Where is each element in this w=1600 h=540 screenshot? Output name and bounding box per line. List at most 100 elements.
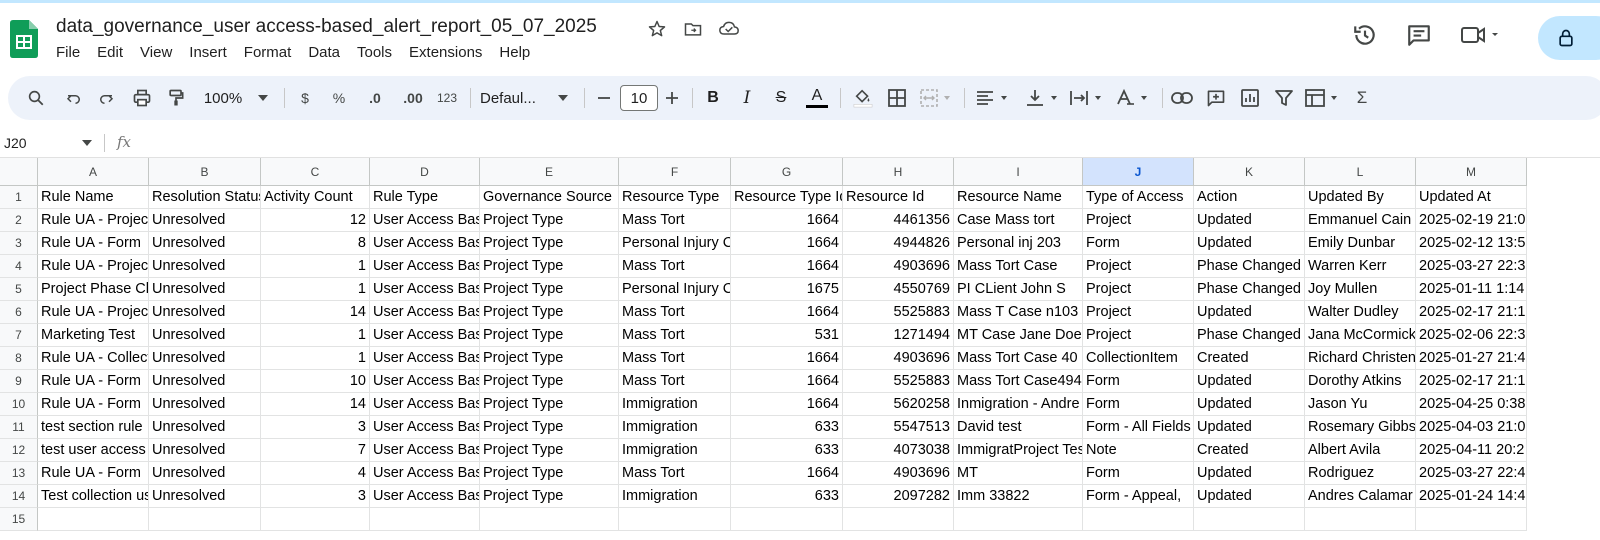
table-cell[interactable] — [480, 508, 619, 531]
meet-video-icon[interactable] — [1460, 22, 1500, 48]
bold-button[interactable]: B — [702, 76, 724, 120]
name-box-dropdown-icon[interactable] — [82, 140, 92, 146]
table-cell[interactable]: 2097282 — [843, 485, 954, 508]
star-icon[interactable] — [646, 18, 668, 40]
table-cell[interactable]: 4903696 — [843, 255, 954, 278]
table-cell[interactable]: Walter Dudley — [1305, 301, 1416, 324]
table-cell[interactable]: 2025-04-11 20:2 — [1416, 439, 1527, 462]
table-cell[interactable]: 633 — [731, 439, 843, 462]
table-cell[interactable]: Rule UA - Collection — [38, 347, 149, 370]
table-cell[interactable]: 2025-03-27 22:3 — [1416, 255, 1527, 278]
table-cell[interactable]: Immigration — [619, 416, 731, 439]
row-header[interactable]: 5 — [0, 278, 38, 301]
table-cell[interactable]: Form — [1083, 370, 1194, 393]
table-cell[interactable]: Project Type — [480, 485, 619, 508]
table-cell[interactable]: 4073038 — [843, 439, 954, 462]
table-cell[interactable]: User Access Based — [370, 393, 480, 416]
table-cell[interactable]: Rosemary Gibbs — [1305, 416, 1416, 439]
table-cell[interactable]: User Access Based — [370, 439, 480, 462]
table-cell[interactable] — [370, 508, 480, 531]
table-cell[interactable]: Project — [1083, 324, 1194, 347]
header-cell[interactable]: Updated At — [1416, 186, 1527, 209]
header-cell[interactable]: Action — [1194, 186, 1305, 209]
table-cell[interactable] — [843, 508, 954, 531]
text-wrapping-icon[interactable] — [1068, 76, 1108, 120]
table-cell[interactable]: Project Type — [480, 370, 619, 393]
insert-link-icon[interactable] — [1170, 76, 1194, 120]
table-cell[interactable] — [954, 508, 1083, 531]
move-folder-icon[interactable] — [682, 18, 704, 40]
table-cell[interactable]: Unresolved — [149, 209, 261, 232]
table-cell[interactable]: Personal Injury Case — [619, 278, 731, 301]
table-cell[interactable]: 5547513 — [843, 416, 954, 439]
table-cell[interactable]: Unresolved — [149, 255, 261, 278]
table-cell[interactable]: User Access Based — [370, 255, 480, 278]
table-cell[interactable]: Unresolved — [149, 347, 261, 370]
table-cell[interactable]: Phase Changed — [1194, 278, 1305, 301]
table-cell[interactable]: Unresolved — [149, 462, 261, 485]
menu-file[interactable]: File — [56, 44, 80, 61]
table-cell[interactable]: 1664 — [731, 209, 843, 232]
row-header[interactable]: 7 — [0, 324, 38, 347]
header-cell[interactable]: Resource Type Id — [731, 186, 843, 209]
table-cell[interactable]: 1 — [261, 278, 370, 301]
column-header-f[interactable]: F — [619, 158, 731, 186]
table-cell[interactable]: User Access Based — [370, 462, 480, 485]
table-cell[interactable]: User Access Based — [370, 324, 480, 347]
table-cell[interactable]: Project Type — [480, 416, 619, 439]
search-menus-icon[interactable] — [24, 76, 48, 120]
menu-tools[interactable]: Tools — [357, 44, 392, 61]
header-cell[interactable]: Updated By — [1305, 186, 1416, 209]
table-cell[interactable]: 2025-02-12 13:5 — [1416, 232, 1527, 255]
table-cell[interactable]: Rule UA - Form — [38, 370, 149, 393]
table-cell[interactable]: Rule UA - Project — [38, 209, 149, 232]
table-cell[interactable]: Imm 33822 — [954, 485, 1083, 508]
table-cell[interactable]: Rule UA - Form — [38, 462, 149, 485]
table-cell[interactable]: Mass Tort Case — [954, 255, 1083, 278]
table-cell[interactable]: Emmanuel Cain — [1305, 209, 1416, 232]
row-header[interactable]: 12 — [0, 439, 38, 462]
table-cell[interactable]: Rule UA - Form — [38, 393, 149, 416]
table-cell[interactable]: 1664 — [731, 347, 843, 370]
table-cell[interactable]: 8 — [261, 232, 370, 255]
percent-format-button[interactable]: % — [328, 76, 350, 120]
table-cell[interactable]: ImmigratProject Test — [954, 439, 1083, 462]
table-cell[interactable]: 1664 — [731, 393, 843, 416]
increase-decimal-button[interactable]: .00 — [396, 76, 430, 120]
table-cell[interactable]: Updated — [1194, 209, 1305, 232]
table-cell[interactable]: Form — [1083, 462, 1194, 485]
table-cell[interactable]: Dorothy Atkins — [1305, 370, 1416, 393]
table-cell[interactable]: Andres Calamar — [1305, 485, 1416, 508]
table-cell[interactable]: Personal inj 203 — [954, 232, 1083, 255]
table-cell[interactable]: User Access Based — [370, 301, 480, 324]
table-cell[interactable]: 2025-03-27 22:4 — [1416, 462, 1527, 485]
table-cell[interactable]: 4903696 — [843, 462, 954, 485]
menu-extensions[interactable]: Extensions — [409, 44, 482, 61]
table-cell[interactable]: 1664 — [731, 255, 843, 278]
table-cell[interactable]: Updated — [1194, 301, 1305, 324]
print-icon[interactable] — [130, 76, 154, 120]
table-cell[interactable]: 633 — [731, 416, 843, 439]
header-cell[interactable]: Rule Type — [370, 186, 480, 209]
table-cell[interactable]: Project Type — [480, 347, 619, 370]
menu-view[interactable]: View — [140, 44, 172, 61]
row-header[interactable]: 1 — [0, 186, 38, 209]
table-cell[interactable]: Mass Tort — [619, 301, 731, 324]
table-cell[interactable]: David test — [954, 416, 1083, 439]
column-header-b[interactable]: B — [149, 158, 261, 186]
table-cell[interactable]: Mass Tort — [619, 209, 731, 232]
table-cell[interactable]: Form - All Fields — [1083, 416, 1194, 439]
table-cell[interactable] — [731, 508, 843, 531]
table-cell[interactable] — [619, 508, 731, 531]
table-cell[interactable]: Unresolved — [149, 416, 261, 439]
table-cell[interactable]: 2025-02-17 21:1 — [1416, 301, 1527, 324]
font-dropdown-icon[interactable] — [556, 76, 570, 120]
column-header-h[interactable]: H — [843, 158, 954, 186]
table-cell[interactable]: Mass Tort — [619, 324, 731, 347]
table-cell[interactable]: Inmigration - Andre — [954, 393, 1083, 416]
table-cell[interactable]: MT Case Jane Doe — [954, 324, 1083, 347]
table-cell[interactable]: 2025-02-19 21:0 — [1416, 209, 1527, 232]
table-cell[interactable]: Marketing Test — [38, 324, 149, 347]
version-history-icon[interactable] — [1352, 22, 1378, 48]
table-cell[interactable]: Mass Tort Case494 — [954, 370, 1083, 393]
